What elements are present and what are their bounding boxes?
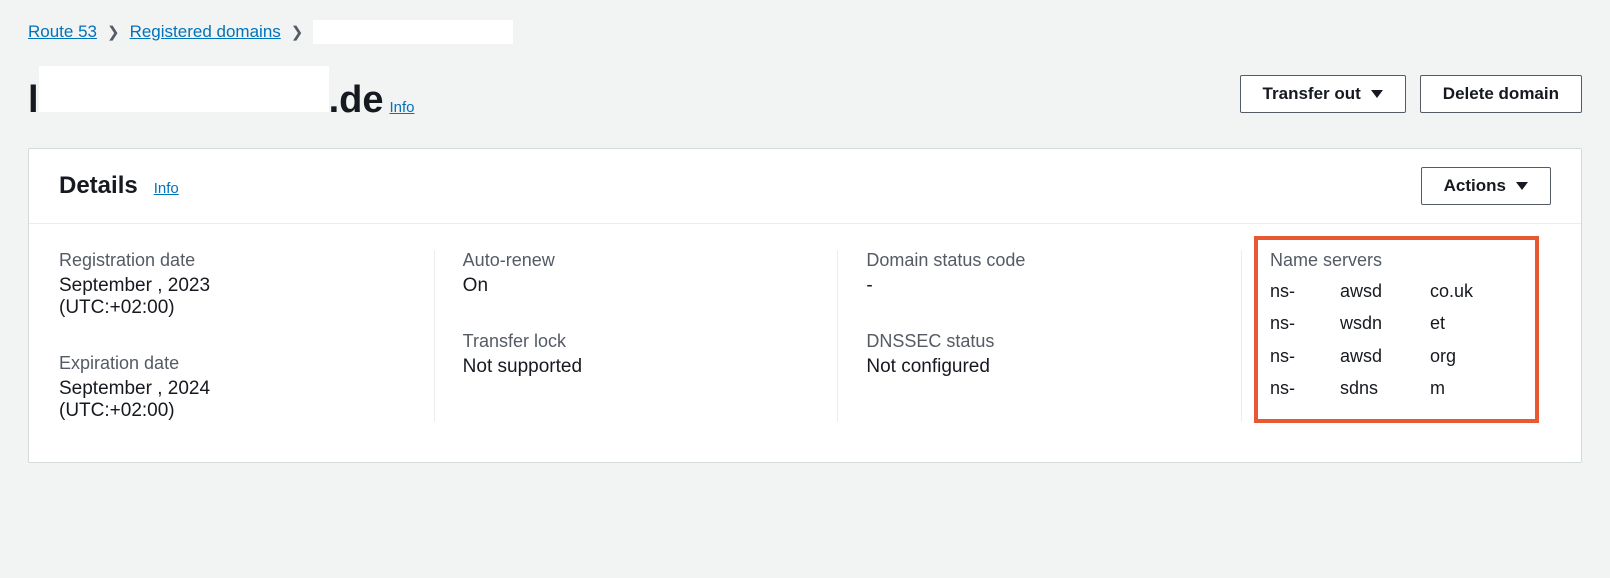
breadcrumb: Route 53 ❯ Registered domains ❯ (28, 20, 1582, 44)
dnssec-label: DNSSEC status (866, 331, 1213, 352)
actions-label: Actions (1444, 176, 1506, 196)
name-servers-highlight: Name servers ns-awsdco.ukns-wsdnetns-aws… (1254, 236, 1539, 423)
caret-down-icon (1371, 90, 1383, 98)
breadcrumb-current (313, 20, 513, 44)
name-servers-label: Name servers (1270, 250, 1523, 271)
name-server-part: ns- (1270, 372, 1340, 404)
name-server-part: m (1430, 372, 1500, 404)
name-servers-list: ns-awsdco.ukns-wsdnetns-awsdorgns-sdnsm (1270, 275, 1523, 405)
col-dates: Registration date September , 2023 (UTC:… (59, 250, 434, 422)
details-panel: Details Info Actions Registration date S… (28, 148, 1582, 463)
actions-button[interactable]: Actions (1421, 167, 1551, 205)
expiration-date-value: September , 2024 (59, 378, 406, 400)
auto-renew-value: On (463, 275, 810, 297)
registration-date-tz: (UTC:+02:00) (59, 297, 406, 319)
col-renew: Auto-renew On Transfer lock Not supporte… (434, 250, 838, 422)
name-server-row: ns-awsdorg (1270, 340, 1523, 372)
chevron-right-icon: ❯ (107, 23, 120, 41)
status-code-label: Domain status code (866, 250, 1213, 271)
registration-date-label: Registration date (59, 250, 406, 271)
chevron-right-icon: ❯ (291, 23, 304, 41)
redacted-block (39, 66, 329, 112)
expiration-date-label: Expiration date (59, 353, 406, 374)
transfer-lock-label: Transfer lock (463, 331, 810, 352)
name-server-part: wsdn (1340, 307, 1430, 339)
name-server-part: ns- (1270, 307, 1340, 339)
transfer-out-label: Transfer out (1263, 84, 1361, 104)
name-server-row: ns-awsdco.uk (1270, 275, 1523, 307)
panel-title-text: Details (59, 172, 138, 200)
delete-domain-button[interactable]: Delete domain (1420, 75, 1582, 113)
breadcrumb-root[interactable]: Route 53 (28, 22, 97, 42)
transfer-out-button[interactable]: Transfer out (1240, 75, 1406, 113)
name-server-row: ns-sdnsm (1270, 372, 1523, 404)
page-title: l .de Info (28, 66, 415, 122)
title-info-link[interactable]: Info (389, 99, 414, 116)
name-server-part: co.uk (1430, 275, 1500, 307)
status-code-value: - (866, 275, 1213, 297)
name-server-row: ns-wsdnet (1270, 307, 1523, 339)
expiration-date-tz: (UTC:+02:00) (59, 400, 406, 422)
name-server-part: sdns (1340, 372, 1430, 404)
name-server-part: et (1430, 307, 1500, 339)
domain-prefix: l (28, 79, 39, 122)
registration-date-value: September , 2023 (59, 275, 406, 297)
name-server-part: awsd (1340, 340, 1430, 372)
name-server-part: org (1430, 340, 1500, 372)
dnssec-value: Not configured (866, 356, 1213, 378)
col-name-servers: Name servers ns-awsdco.ukns-wsdnetns-aws… (1241, 250, 1551, 422)
breadcrumb-section[interactable]: Registered domains (130, 22, 281, 42)
panel-info-link[interactable]: Info (154, 180, 179, 197)
domain-suffix: .de (329, 79, 384, 122)
auto-renew-label: Auto-renew (463, 250, 810, 271)
transfer-lock-value: Not supported (463, 356, 810, 378)
name-server-part: ns- (1270, 340, 1340, 372)
caret-down-icon (1516, 182, 1528, 190)
col-status: Domain status code - DNSSEC status Not c… (837, 250, 1241, 422)
name-server-part: awsd (1340, 275, 1430, 307)
panel-body: Registration date September , 2023 (UTC:… (29, 224, 1581, 462)
title-row: l .de Info Transfer out Delete domain (28, 66, 1582, 122)
panel-header: Details Info Actions (29, 149, 1581, 224)
name-server-part: ns- (1270, 275, 1340, 307)
delete-domain-label: Delete domain (1443, 84, 1559, 104)
